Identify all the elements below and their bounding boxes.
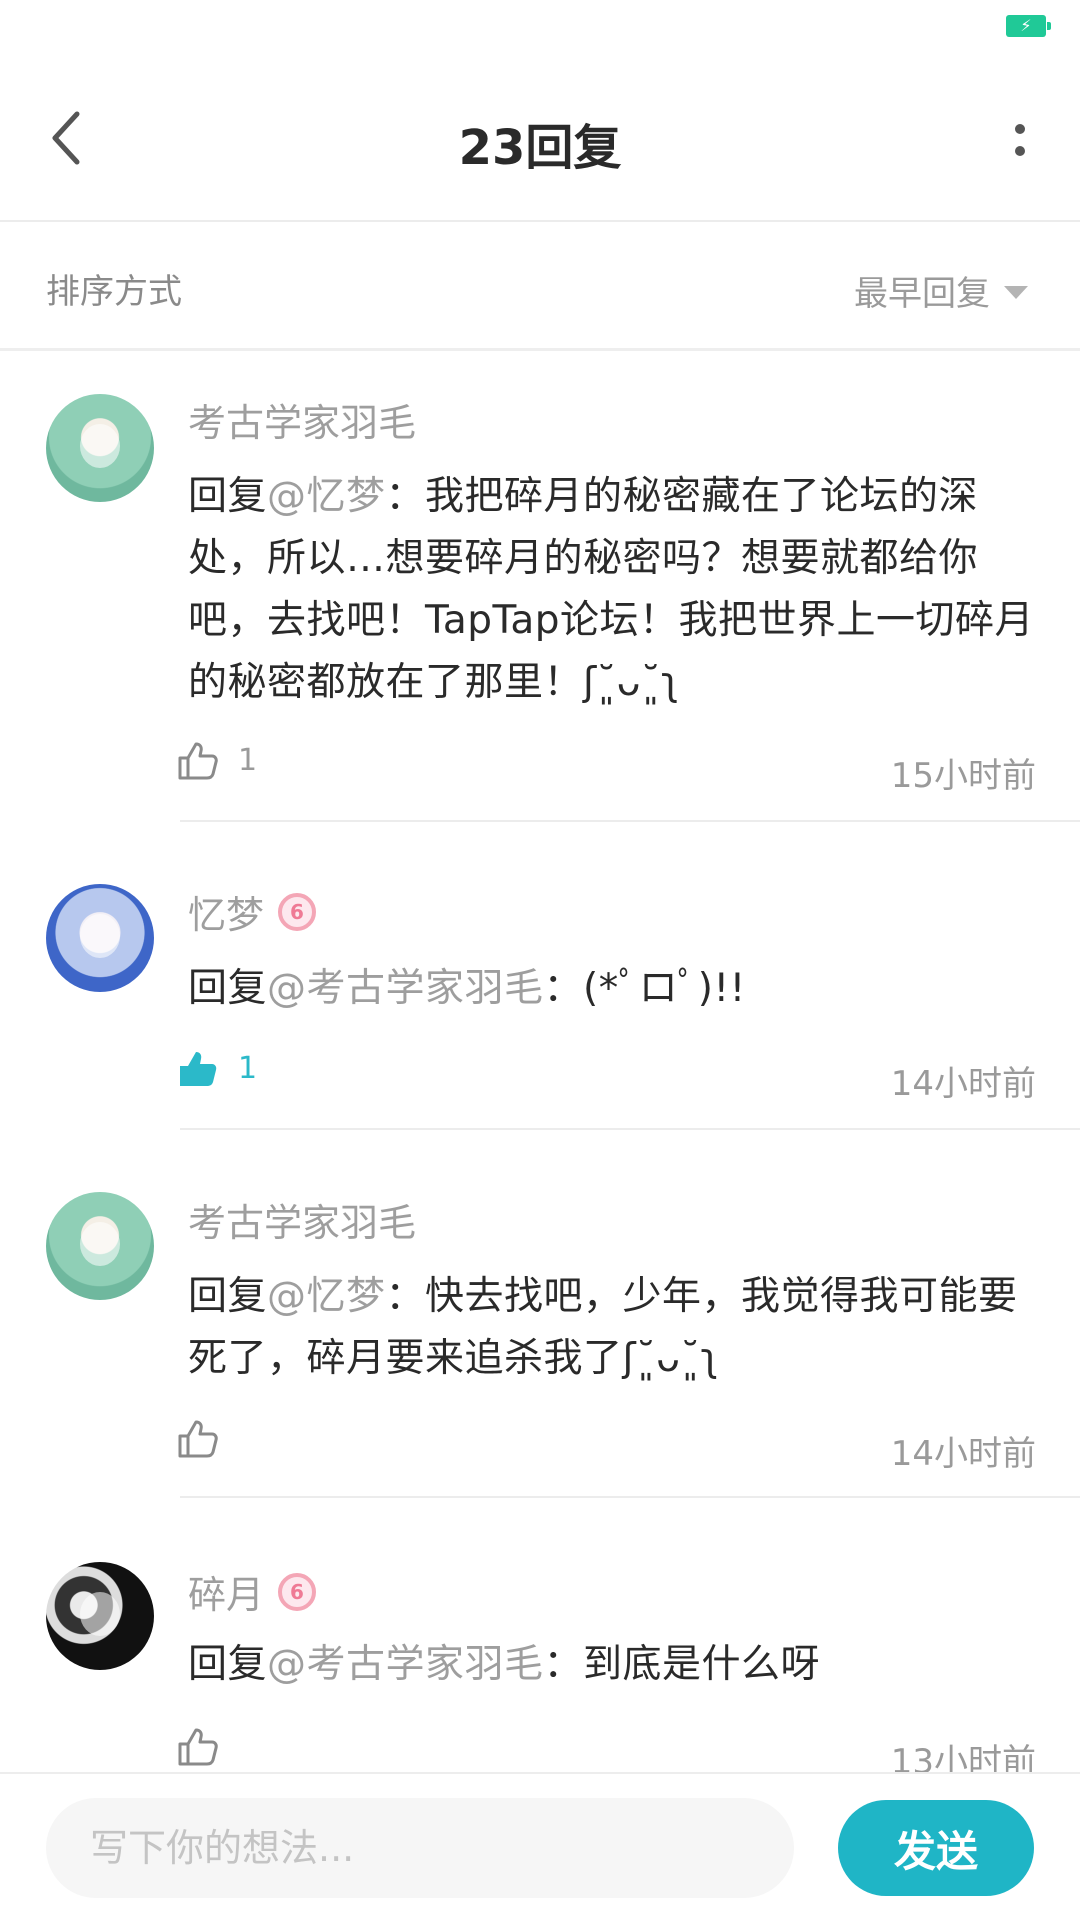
caret-down-icon (1004, 286, 1028, 299)
divider (180, 1128, 1080, 1130)
like-count: 1 (238, 742, 258, 778)
comment-text: 回复@忆梦：我把碎月的秘密藏在了论坛的深处，所以…想要碎月的秘密吗？想要就都给你… (188, 466, 1038, 714)
reply-prefix: 回复 (188, 1274, 268, 1319)
avatar[interactable] (46, 1192, 154, 1300)
more-vertical-icon (1015, 124, 1025, 134)
level-badge-icon: 6 (278, 892, 317, 931)
avatar[interactable] (46, 884, 154, 992)
sort-dropdown[interactable]: 最早回复 (854, 266, 1028, 315)
username[interactable]: 碎月 (188, 1564, 264, 1619)
username[interactable]: 考古学家羽毛 (188, 392, 416, 447)
divider (180, 820, 1080, 822)
timestamp: 15小时前 (890, 756, 1036, 796)
divider (180, 1496, 1080, 1498)
mention-link[interactable]: @考古学家羽毛 (267, 1642, 544, 1687)
like-button[interactable] (176, 1416, 238, 1460)
reply-prefix: 回复 (188, 474, 268, 519)
like-button[interactable]: 1 (176, 738, 257, 782)
thumbs-up-icon (178, 742, 218, 780)
send-button[interactable]: 发送 (838, 1800, 1034, 1896)
composer-bar: 发送 (0, 1772, 1080, 1920)
page-title: 23回复 (458, 120, 622, 176)
reply-input[interactable] (46, 1798, 794, 1898)
comment-text: 回复@考古学家羽毛：到底是什么呀 (188, 1634, 1038, 1696)
avatar[interactable] (46, 394, 154, 502)
thumbs-up-icon (178, 1728, 218, 1766)
level-badge-icon: 6 (278, 1572, 317, 1611)
reply-prefix: 回复 (188, 1642, 268, 1687)
timestamp: 14小时前 (890, 1064, 1036, 1104)
reply-page: ⚡ 23回复 排序方式 最早回复 考古学家羽毛 回复@忆梦：我把碎月的秘密藏在了… (0, 0, 1080, 1920)
like-button[interactable]: 1 (176, 1046, 257, 1090)
sort-value: 最早回复 (854, 274, 990, 314)
thumbs-up-filled-icon (180, 1052, 217, 1086)
like-button[interactable] (176, 1724, 238, 1768)
comment-text: 回复@考古学家羽毛：(*ﾟロﾟ)!! (188, 958, 1038, 1020)
status-bar: ⚡ (0, 0, 1080, 60)
reply-prefix: 回复 (188, 966, 268, 1011)
sort-bar: 排序方式 最早回复 (0, 222, 1080, 351)
like-count: 1 (238, 1050, 258, 1086)
comment-text: 回复@忆梦：快去找吧，少年，我觉得我可能要死了，碎月要来追杀我了ʃ˘͈ᴗ˘͈ʅ (188, 1266, 1038, 1390)
username[interactable]: 考古学家羽毛 (188, 1192, 416, 1247)
comment-body: ：到底是什么呀 (543, 1642, 821, 1687)
mention-link[interactable]: @忆梦 (267, 1274, 386, 1319)
battery-charging-icon: ⚡ (1006, 15, 1051, 37)
more-options-button[interactable] (1000, 112, 1040, 168)
sort-label: 排序方式 (46, 272, 182, 312)
comment-body: ：(*ﾟロﾟ)!! (543, 966, 746, 1011)
avatar[interactable] (46, 1562, 154, 1670)
mention-link[interactable]: @考古学家羽毛 (267, 966, 544, 1011)
mention-link[interactable]: @忆梦 (267, 474, 386, 519)
header: 23回复 (0, 60, 1080, 222)
thumbs-up-icon (178, 1420, 218, 1458)
username[interactable]: 忆梦 (188, 884, 264, 939)
timestamp: 14小时前 (890, 1434, 1036, 1474)
